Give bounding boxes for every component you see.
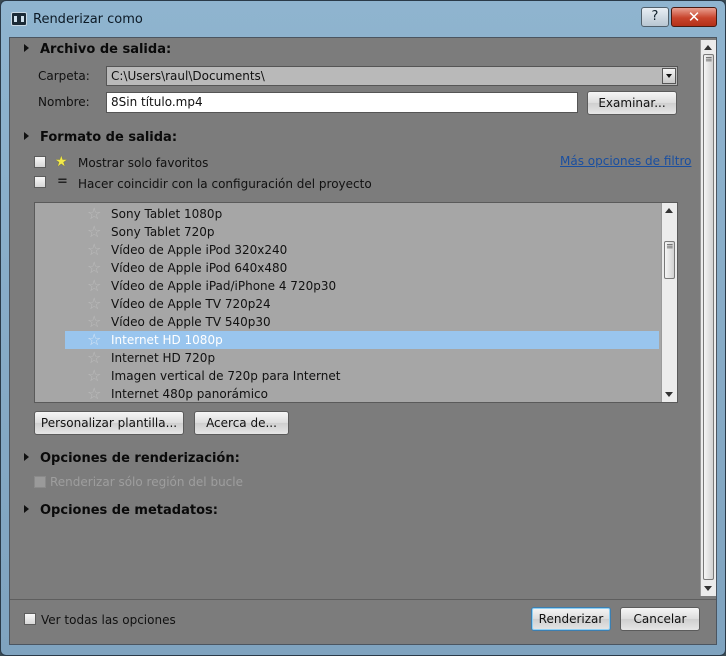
template-star-icon[interactable]: ☆ bbox=[87, 206, 101, 222]
help-button[interactable]: ? bbox=[641, 7, 669, 27]
folder-value: C:\Users\raul\Documents\ bbox=[111, 69, 265, 83]
section-metadata-options-title: Opciones de metadatos: bbox=[40, 503, 218, 518]
template-star-icon[interactable]: ☆ bbox=[87, 350, 101, 366]
template-list-item[interactable]: ☆ Vídeo de Apple TV 540p30 bbox=[65, 313, 659, 331]
options-panel: Archivo de salida: Carpeta: C:\Users\rau… bbox=[10, 38, 700, 598]
template-list-item[interactable]: ☆ Vídeo de Apple iPod 320x240 bbox=[65, 241, 659, 259]
template-list[interactable]: ☆ Sony Tablet 1080p ☆ Sony Tablet 720p ☆ Víde… bbox=[34, 202, 678, 403]
about-button[interactable]: Acerca de... bbox=[194, 411, 289, 435]
template-star-icon[interactable]: ☆ bbox=[87, 332, 101, 348]
app-film-icon bbox=[11, 12, 27, 26]
scroll-up-arrow-icon[interactable] bbox=[665, 208, 673, 213]
template-list-item[interactable]: ☆ Internet HD 720p bbox=[65, 349, 659, 367]
template-list-item[interactable]: ☆ Sony Tablet 720p bbox=[65, 223, 659, 241]
section-output-file[interactable]: Archivo de salida: bbox=[24, 42, 171, 57]
render-as-dialog: Renderizar como ? ✕ Archivo de salida: C… bbox=[0, 0, 726, 656]
loop-region-label: Renderizar sólo región del bucle bbox=[50, 475, 243, 489]
template-list-item-label: Vídeo de Apple TV 540p30 bbox=[111, 315, 271, 329]
template-star-icon[interactable]: ☆ bbox=[87, 242, 101, 258]
file-name-input[interactable]: 8Sin título.mp4 bbox=[106, 92, 578, 113]
options-panel-scrollbar[interactable] bbox=[700, 40, 716, 596]
match-project-label: Hacer coincidir con la configuración del… bbox=[78, 177, 372, 191]
window-title: Renderizar como bbox=[33, 12, 143, 27]
template-list-item-label: Vídeo de Apple iPod 640x480 bbox=[111, 261, 288, 275]
chevron-down-icon[interactable] bbox=[662, 68, 676, 84]
template-list-item[interactable]: ☆ Internet HD 1080p bbox=[65, 331, 659, 349]
template-star-icon[interactable]: ☆ bbox=[87, 296, 101, 312]
template-star-icon[interactable]: ☆ bbox=[87, 224, 101, 240]
template-list-item-label: Internet HD 720p bbox=[111, 351, 216, 365]
name-label: Nombre: bbox=[38, 95, 90, 109]
scroll-down-arrow-icon[interactable] bbox=[704, 586, 712, 591]
template-list-item[interactable]: ☆ Internet 480p panorámico bbox=[65, 385, 659, 402]
favorite-star-icon: ★ bbox=[55, 154, 68, 170]
template-list-item-label: Internet HD 1080p bbox=[111, 333, 223, 347]
show-all-options-checkbox[interactable] bbox=[24, 613, 36, 625]
expand-triangle-icon bbox=[24, 453, 29, 461]
template-list-item[interactable]: ☆ Vídeo de Apple iPod 640x480 bbox=[65, 259, 659, 277]
section-output-format[interactable]: Formato de salida: bbox=[24, 130, 177, 145]
template-list-item[interactable]: ☆ Vídeo de Apple TV 720p24 bbox=[65, 295, 659, 313]
equals-icon: = bbox=[57, 174, 68, 189]
template-list-item-label: Internet 480p panorámico bbox=[111, 387, 268, 401]
expand-triangle-icon bbox=[24, 44, 29, 52]
scroll-down-arrow-icon[interactable] bbox=[665, 392, 673, 397]
options-panel-scroll-thumb[interactable] bbox=[703, 54, 714, 580]
template-list-scrollbar[interactable] bbox=[661, 203, 677, 402]
template-list-item-label: Imagen vertical de 720p para Internet bbox=[111, 369, 341, 383]
template-star-icon[interactable]: ☆ bbox=[87, 260, 101, 276]
template-list-item-label: Vídeo de Apple TV 720p24 bbox=[111, 297, 271, 311]
template-list-item-label: Sony Tablet 1080p bbox=[111, 207, 223, 221]
folder-label: Carpeta: bbox=[38, 69, 90, 83]
more-filter-options-link[interactable]: Más opciones de filtro bbox=[560, 154, 691, 168]
template-list-item[interactable]: ☆ Sony Tablet 1080p bbox=[65, 205, 659, 223]
expand-triangle-icon bbox=[24, 132, 29, 140]
favorites-only-checkbox[interactable] bbox=[34, 156, 46, 168]
folder-combobox[interactable]: C:\Users\raul\Documents\ bbox=[106, 66, 678, 86]
section-render-options[interactable]: Opciones de renderización: bbox=[24, 451, 240, 466]
template-list-item-label: Vídeo de Apple iPad/iPhone 4 720p30 bbox=[111, 279, 337, 293]
browse-button[interactable]: Examinar... bbox=[587, 91, 677, 115]
footer-separator bbox=[10, 599, 716, 600]
template-list-item-label: Sony Tablet 720p bbox=[111, 225, 215, 239]
template-list-item[interactable]: ☆ Imagen vertical de 720p para Internet bbox=[65, 367, 659, 385]
template-list-item-label: Vídeo de Apple iPod 320x240 bbox=[111, 243, 288, 257]
close-button[interactable]: ✕ bbox=[671, 7, 717, 27]
section-render-options-title: Opciones de renderización: bbox=[40, 451, 240, 466]
favorites-only-label: Mostrar solo favoritos bbox=[78, 156, 209, 170]
section-output-file-title: Archivo de salida: bbox=[40, 42, 172, 57]
template-star-icon[interactable]: ☆ bbox=[87, 368, 101, 384]
title-bar[interactable]: Renderizar como ? ✕ bbox=[1, 1, 725, 37]
section-metadata-options[interactable]: Opciones de metadatos: bbox=[24, 503, 218, 518]
template-star-icon[interactable]: ☆ bbox=[87, 314, 101, 330]
template-star-icon[interactable]: ☆ bbox=[87, 278, 101, 294]
dialog-body: Archivo de salida: Carpeta: C:\Users\rau… bbox=[9, 37, 717, 645]
cancel-button[interactable]: Cancelar bbox=[620, 607, 700, 631]
section-output-format-title: Formato de salida: bbox=[40, 130, 178, 145]
show-all-options-label: Ver todas las opciones bbox=[41, 613, 176, 627]
match-project-checkbox[interactable] bbox=[34, 176, 46, 188]
render-button[interactable]: Renderizar bbox=[531, 607, 611, 631]
customize-template-button[interactable]: Personalizar plantilla... bbox=[34, 411, 184, 435]
expand-triangle-icon bbox=[24, 505, 29, 513]
template-star-icon[interactable]: ☆ bbox=[87, 386, 101, 402]
template-list-item[interactable]: ☆ Vídeo de Apple iPad/iPhone 4 720p30 bbox=[65, 277, 659, 295]
template-list-scroll-thumb[interactable] bbox=[664, 241, 675, 279]
loop-region-checkbox[interactable] bbox=[34, 476, 46, 488]
scroll-up-arrow-icon[interactable] bbox=[704, 45, 712, 50]
